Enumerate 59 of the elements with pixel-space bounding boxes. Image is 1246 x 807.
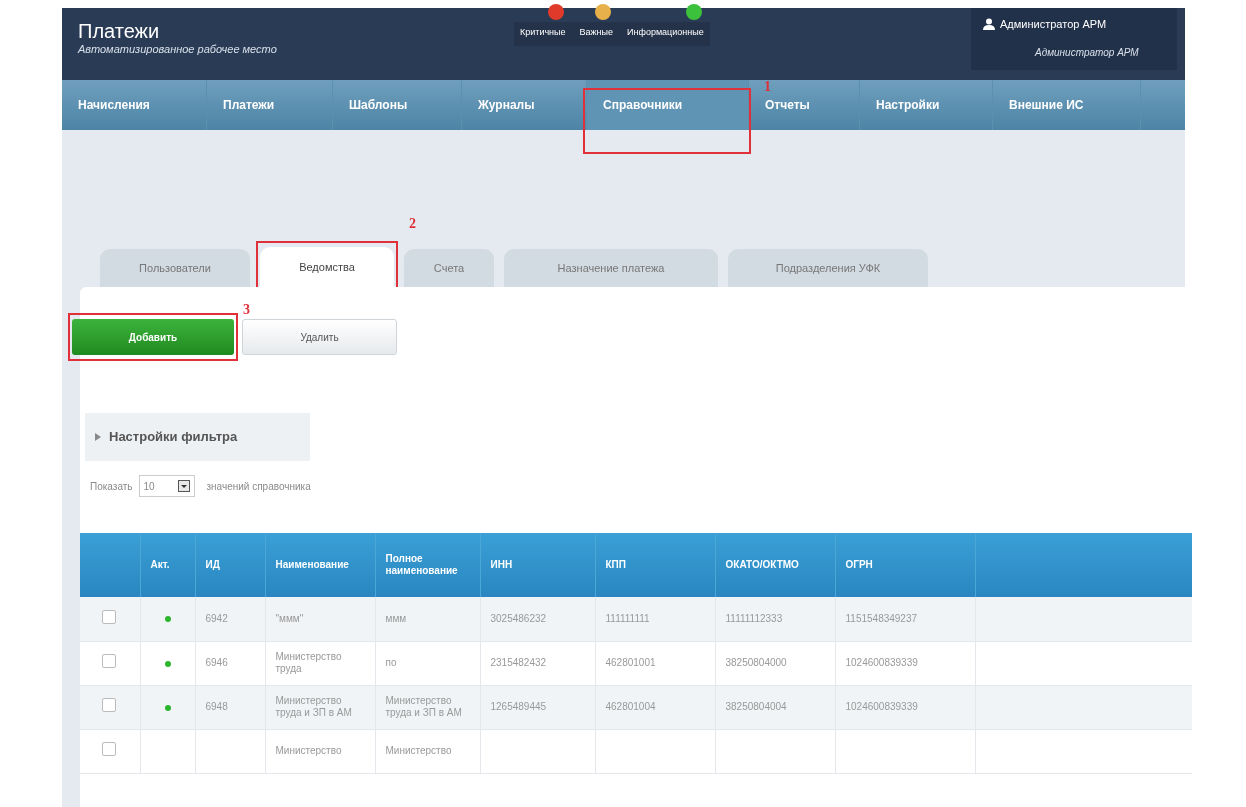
table-cell: 111111111 xyxy=(605,612,650,624)
column-header[interactable]: ОКАТО/ОКТМО xyxy=(725,559,825,571)
user-icon xyxy=(983,18,995,31)
page-size-label: Показать xyxy=(90,479,133,494)
row-checkbox[interactable] xyxy=(102,654,116,668)
table-cell: 6942 xyxy=(205,612,228,624)
column-header[interactable]: ИД xyxy=(205,559,255,571)
table-cell: Министерство труда xyxy=(275,651,342,674)
row-checkbox[interactable] xyxy=(102,609,116,624)
page-size-select[interactable]: 10 xyxy=(138,475,195,497)
tab[interactable]: Назначение платежа xyxy=(504,249,718,287)
table-cell: 1265489445 xyxy=(490,701,547,712)
column-header[interactable]: КПП xyxy=(605,559,705,571)
table-cell: 462801001 xyxy=(605,657,656,668)
annotation-number: 3 xyxy=(243,303,250,317)
notification-link[interactable]: Критичные xyxy=(520,27,566,37)
annotation-number: 2 xyxy=(409,217,416,231)
table-cell: 3025486232 xyxy=(490,612,547,624)
table-cell: 6946 xyxy=(205,657,228,668)
row-checkbox[interactable] xyxy=(102,698,116,712)
page-size-label: значений справочника xyxy=(206,479,311,494)
user-name[interactable]: Администратор АРМ xyxy=(1000,16,1107,33)
column-header[interactable]: ОГРН xyxy=(845,559,965,571)
filter-toggle[interactable]: Настройки фильтра xyxy=(85,413,310,461)
annotation-number: 1 xyxy=(764,80,771,94)
row-checkbox[interactable] xyxy=(102,742,116,756)
app-subtitle: Автоматизированное рабочее место xyxy=(78,42,278,56)
tab[interactable]: Пользователи xyxy=(100,249,250,287)
table-cell: 1151548349237 xyxy=(845,612,918,624)
table-cell: 2315482432 xyxy=(490,657,547,668)
table-cell: 6948 xyxy=(205,701,228,712)
expand-arrow-icon xyxy=(95,433,101,441)
column-header[interactable]: Наименование xyxy=(275,559,365,571)
table-cell: 1024600839339 xyxy=(845,657,918,668)
column-header[interactable]: ИНН xyxy=(490,559,585,571)
tab[interactable]: Счета xyxy=(404,249,494,287)
column-header[interactable]: Акт. xyxy=(150,559,185,571)
table-cell: 38250804004 xyxy=(725,701,787,712)
tab[interactable]: Подразделения УФК xyxy=(728,249,928,287)
notification-link[interactable]: Важные xyxy=(579,27,614,37)
tab[interactable]: Ведомства xyxy=(260,247,394,287)
add-button[interactable]: Добавить xyxy=(72,319,234,355)
table-cell: 462801004 xyxy=(605,701,656,712)
table-cell: 38250804000 xyxy=(725,657,787,668)
table-cell: 11111112333 xyxy=(725,612,783,624)
table-cell: ммм xyxy=(385,612,407,624)
table-cell: Министерство труда и ЗП в АМ xyxy=(275,695,352,718)
table-cell: Министерство труда и ЗП в АМ xyxy=(385,695,462,718)
user-role: Администратор АРМ xyxy=(1033,45,1140,60)
app-title: Платежи xyxy=(78,20,161,42)
nav-item[interactable]: Справочники xyxy=(587,80,749,130)
table-cell: Министерство xyxy=(385,745,452,756)
column-header[interactable]: Полное наименование xyxy=(385,553,470,577)
notification-link[interactable]: Информационные xyxy=(627,27,704,37)
table-cell: Министерство xyxy=(275,745,342,756)
table-cell: по xyxy=(385,657,397,668)
table-cell: "ммм" xyxy=(275,612,304,624)
table-cell: 1024600839339 xyxy=(845,701,918,712)
delete-button[interactable]: Удалить xyxy=(242,319,397,355)
